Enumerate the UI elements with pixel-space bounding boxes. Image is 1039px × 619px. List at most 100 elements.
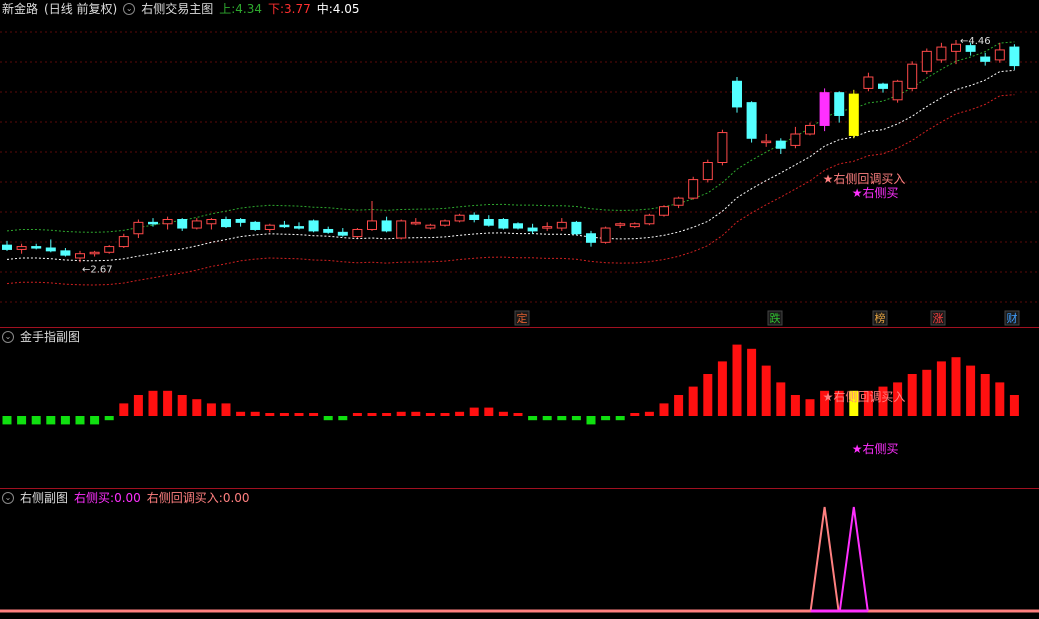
macd-bar[interactable] [936,361,946,416]
macd-bar[interactable] [250,411,260,416]
candle-body[interactable] [644,214,655,225]
candle-body[interactable] [118,236,129,248]
candle-body[interactable] [863,76,874,89]
macd-bar[interactable] [206,403,216,416]
macd-bar[interactable] [396,411,406,416]
candle-body[interactable] [396,220,407,239]
candle-body[interactable] [1009,46,1020,67]
macd-bar[interactable] [148,390,158,416]
macd-bar[interactable] [309,413,319,416]
candle-body[interactable] [31,246,42,249]
candle-body[interactable] [45,247,56,252]
candle-body[interactable] [805,124,815,135]
candle-body[interactable] [104,246,115,253]
macd-bar[interactable] [528,416,538,421]
macd-bar[interactable] [236,411,246,416]
candle-body[interactable] [586,233,596,243]
news-badge-text[interactable]: 定 [517,311,528,325]
candle-body[interactable] [527,227,538,232]
candle-body[interactable] [308,220,319,232]
news-badge-text[interactable]: 跌 [770,311,781,325]
macd-bar[interactable] [951,357,961,416]
macd-bar[interactable] [966,365,976,416]
macd-bar[interactable] [46,416,56,425]
macd-bar[interactable] [119,403,129,416]
candle-body[interactable] [206,219,217,225]
news-badge-text[interactable]: 涨 [933,312,944,325]
macd-bar[interactable] [484,407,494,416]
candle-body[interactable] [790,133,801,146]
macd-bar[interactable] [907,374,917,416]
main-chart-panel[interactable]: ←4.46 ←2.67 ★右侧回调买入 ★右侧买定 跌 榜 涨 财 新金路 (日线 前复权) … [0,0,1039,327]
candle-body[interactable] [761,140,772,144]
macd-bar[interactable] [805,399,815,416]
macd-bar[interactable] [513,413,523,416]
candle-body[interactable] [483,219,494,226]
macd-bar[interactable] [790,395,800,416]
candle-body[interactable] [454,214,465,222]
macd-bar[interactable] [221,403,231,416]
candle-body[interactable] [191,220,202,229]
candle-body[interactable] [848,93,859,136]
news-badge-text[interactable]: 榜 [875,311,886,325]
candle-body[interactable] [878,83,888,89]
news-badge-text[interactable]: 财 [1007,311,1018,325]
candle-body[interactable] [323,228,334,233]
macd-bar[interactable] [367,413,377,416]
macd-bar[interactable] [980,374,990,416]
macd-bar[interactable] [469,407,479,416]
macd-bar[interactable] [163,390,173,416]
candle-body[interactable] [892,80,903,101]
candle-body[interactable] [717,132,728,163]
candle-body[interactable] [615,223,626,226]
macd-bar[interactable] [688,386,698,416]
collapse-icon[interactable]: ⌄ [123,3,136,15]
candle-body[interactable] [600,227,611,243]
candle-body[interactable] [133,221,144,235]
candle-body[interactable] [936,46,947,61]
candle-body[interactable] [732,80,742,108]
candle-body[interactable] [250,221,261,230]
macd-bar[interactable] [104,416,114,421]
macd-bar[interactable] [601,416,611,421]
macd-bar[interactable] [630,413,640,416]
sub1-title[interactable]: 金手指副图 [20,328,80,346]
candle-body[interactable] [702,162,713,181]
macd-bar[interactable] [542,416,552,421]
macd-bar[interactable] [75,416,85,425]
macd-bar[interactable] [411,411,421,416]
collapse-icon[interactable]: ⌄ [2,331,14,343]
candle-body[interactable] [629,223,640,228]
candle-body[interactable] [177,219,188,229]
macd-bar[interactable] [265,413,275,416]
candle-body[interactable] [89,251,100,255]
candle-body[interactable] [2,244,12,250]
candle-body[interactable] [980,56,991,62]
macd-bar[interactable] [323,416,333,421]
macd-bar[interactable] [703,374,713,416]
sub2-panel[interactable]: ⌄ 右侧副图 右侧买: 0.00 右侧回调买入: 0.00 [0,489,1039,619]
candle-body[interactable] [542,226,553,229]
macd-bar[interactable] [382,413,392,416]
candle-body[interactable] [162,219,173,225]
macd-bar[interactable] [571,416,581,421]
macd-bar[interactable] [922,369,932,416]
candle-body[interactable] [75,253,85,259]
collapse-icon[interactable]: ⌄ [2,492,14,504]
candlestick-chart[interactable]: ←4.46 ←2.67 ★右侧回调买入★右侧买定 跌 榜 涨 财 [0,0,1039,327]
candle-body[interactable] [16,246,27,250]
candle-body[interactable] [659,206,669,216]
macd-bar[interactable] [440,413,450,416]
candle-body[interactable] [921,50,932,72]
sub2-title[interactable]: 右侧副图 [20,489,68,507]
macd-bar[interactable] [338,416,348,421]
macd-bar-chart[interactable]: ★右侧回调买入 ★右侧买 [0,328,1039,488]
candle-body[interactable] [381,220,392,232]
macd-bar[interactable] [674,395,684,416]
macd-bar[interactable] [133,395,143,416]
macd-bar[interactable] [352,413,362,416]
candle-body[interactable] [673,197,684,206]
candle-body[interactable] [60,250,71,256]
macd-bar[interactable] [557,416,567,421]
candle-body[interactable] [221,219,231,228]
